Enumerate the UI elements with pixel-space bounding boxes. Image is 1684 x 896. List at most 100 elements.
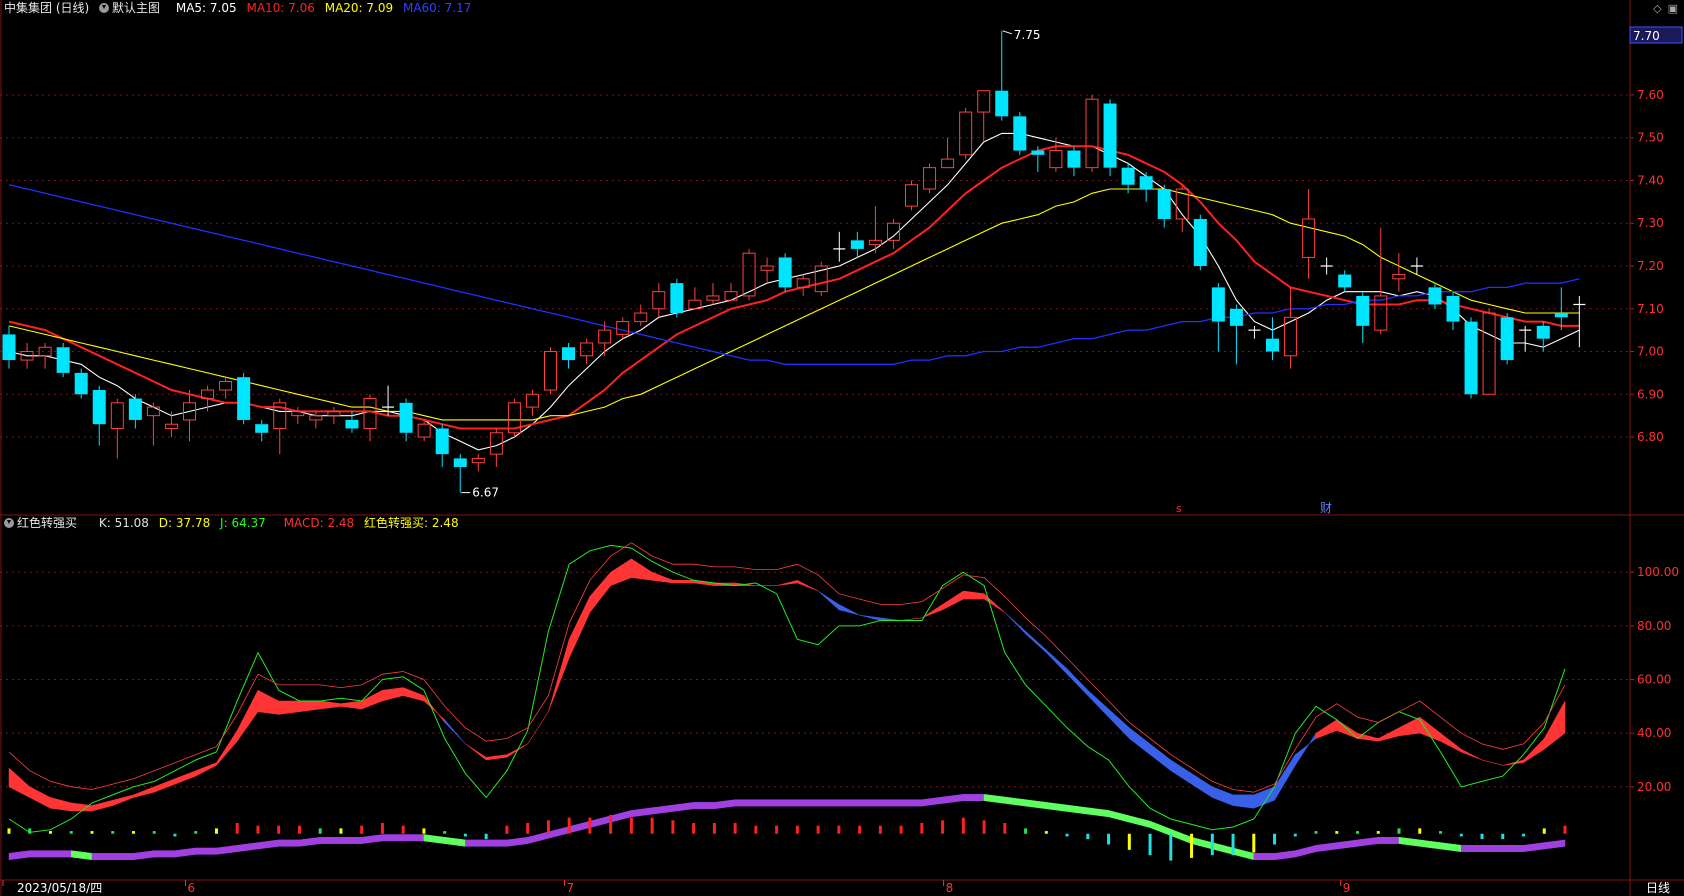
time-axis: 6 7 8 9: [2, 880, 1350, 895]
indicator-tick-label: 60.00: [1637, 673, 1671, 687]
histogram-bar: [1501, 833, 1505, 840]
histogram-bar: [795, 825, 799, 834]
kd-band: [1108, 708, 1130, 740]
macd-ribbon: [1149, 820, 1172, 836]
candle-body: [1338, 274, 1352, 288]
kd-band: [465, 743, 487, 761]
histogram-bar: [1376, 831, 1380, 834]
histogram-bar: [941, 820, 945, 834]
macd-ribbon: [1544, 839, 1566, 850]
macd-ribbon: [527, 831, 549, 844]
macd-ribbon: [506, 836, 528, 847]
macd-ribbon: [195, 847, 217, 855]
macd-ribbon: [133, 850, 155, 861]
candle: [1338, 270, 1352, 292]
histogram-bar: [235, 823, 239, 834]
macd-ribbon: [1502, 845, 1524, 852]
kd-band: [1419, 716, 1441, 742]
histogram-bar: [1107, 833, 1111, 845]
macd-ribbon: [299, 836, 321, 847]
histogram-bar: [961, 817, 965, 834]
macd-ribbon: [714, 799, 736, 810]
candle-body: [1446, 295, 1460, 322]
histogram-bar: [1065, 833, 1069, 837]
macd-ribbon: [465, 839, 487, 847]
histogram-bar: [90, 831, 94, 834]
candle: [1428, 283, 1442, 309]
candle: [507, 398, 521, 438]
macd-ribbon: [1025, 799, 1047, 810]
candle: [706, 283, 720, 305]
histogram-bar: [609, 814, 613, 834]
candle-body: [598, 329, 612, 344]
kd-band: [1025, 630, 1047, 654]
macd-ribbon: [50, 850, 72, 858]
macd-ribbon: [1419, 839, 1441, 850]
kd-band: [1170, 759, 1192, 785]
candle: [1139, 171, 1153, 202]
candle-body: [868, 239, 882, 246]
cai-marker[interactable]: 财: [1320, 501, 1332, 515]
candle-body: [471, 457, 485, 464]
candle-body: [309, 415, 323, 421]
mode-label[interactable]: 日线: [1646, 881, 1670, 895]
histogram-bar: [1252, 833, 1256, 853]
candle: [489, 428, 503, 467]
candle-body: [760, 265, 774, 271]
candle-body: [1266, 338, 1279, 352]
candle: [796, 274, 810, 296]
candle: [562, 342, 576, 369]
candle: [833, 231, 846, 262]
histogram-bar: [1086, 833, 1090, 840]
kd-band: [1295, 732, 1317, 767]
macd-ribbon: [112, 853, 134, 861]
histogram-bar: [194, 831, 198, 834]
j-line: [8, 544, 1566, 833]
kd-band: [1481, 759, 1503, 766]
histogram-bar: [380, 823, 384, 834]
candle-body: [1085, 98, 1099, 169]
kd-band: [278, 700, 300, 715]
candle-body: [1428, 287, 1442, 305]
candle-body: [544, 351, 557, 391]
candle-body: [237, 377, 251, 420]
current-price: 7.70: [1633, 29, 1660, 43]
indicator-lines: [7, 542, 1567, 861]
kd-band: [1440, 732, 1462, 753]
kd-band: [1232, 794, 1255, 809]
candle: [525, 390, 539, 416]
histogram-bar: [1418, 828, 1422, 834]
candle-body: [417, 423, 431, 438]
candle: [183, 390, 196, 442]
candle-body: [128, 398, 142, 420]
price-tick-label: 7.30: [1637, 216, 1664, 230]
month-label: 8: [946, 881, 954, 895]
candle: [1248, 325, 1261, 339]
price-axis: 7.60 7.50 7.40 7.30 7.20 7.10 7.00 6.90 6.80: [1630, 88, 1664, 444]
histogram-bar: [360, 825, 364, 834]
kd-band: [963, 590, 985, 600]
histogram-bar: [733, 823, 737, 834]
kd-band: [444, 719, 466, 745]
candle-body: [850, 240, 864, 249]
histogram-bar: [775, 825, 779, 834]
stock-chart[interactable]: 7.60 7.50 7.40 7.30 7.20 7.10 7.00 6.90 6.80 100…: [0, 0, 1684, 896]
kd-band: [1066, 668, 1089, 697]
histogram-bar: [567, 817, 571, 834]
histogram-bar: [650, 817, 654, 834]
macd-ribbon: [29, 850, 51, 858]
candle-body: [1013, 116, 1027, 151]
macd-ribbon: [1378, 836, 1400, 844]
candle-body: [1067, 150, 1081, 168]
candle-body: [1157, 189, 1171, 219]
kd-band: [340, 700, 362, 710]
histogram-bar: [1127, 833, 1131, 850]
kd-band: [485, 754, 508, 761]
kd-band: [817, 590, 840, 611]
candle: [634, 304, 648, 326]
candle: [2, 325, 16, 369]
first-date: 2023/05/18/四: [17, 881, 102, 895]
kd-band: [29, 786, 51, 809]
kd-band: [1253, 786, 1275, 809]
indicator-axis: 100.00 80.00 60.00 40.00 20.00: [1630, 565, 1679, 794]
